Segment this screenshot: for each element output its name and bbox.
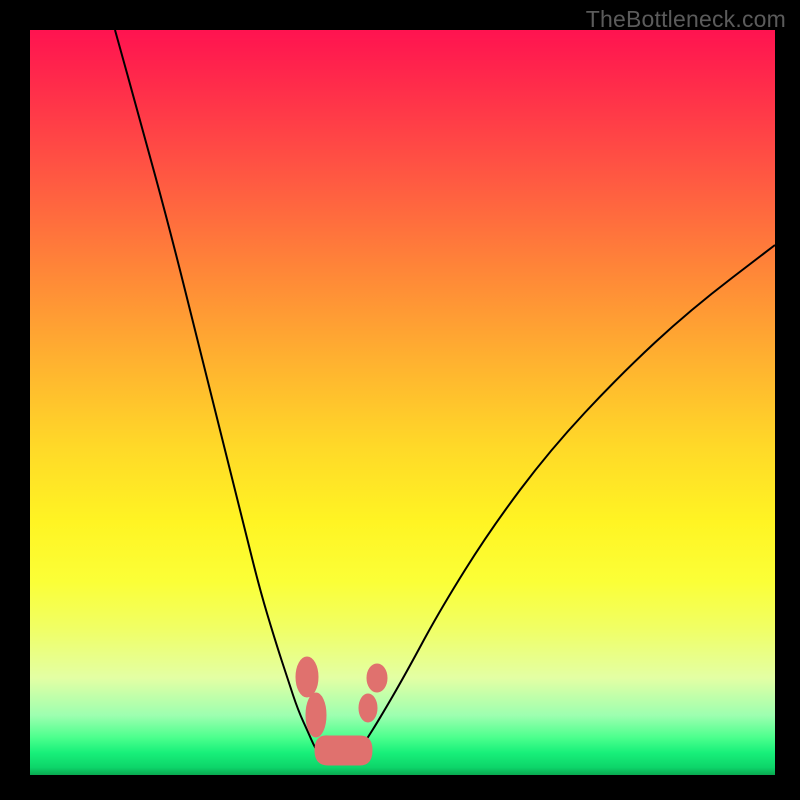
left-curve	[115, 30, 321, 756]
watermark-text: TheBottleneck.com	[586, 6, 786, 33]
right-blob-lower-icon	[359, 694, 377, 722]
outer-frame: TheBottleneck.com	[0, 0, 800, 800]
right-blob-upper-icon	[367, 664, 387, 692]
chart-svg	[30, 30, 775, 775]
left-blob-upper-icon	[296, 657, 318, 697]
right-curve	[355, 245, 775, 756]
bottom-blob-icon	[315, 736, 372, 765]
left-blob-lower-icon	[306, 693, 326, 737]
